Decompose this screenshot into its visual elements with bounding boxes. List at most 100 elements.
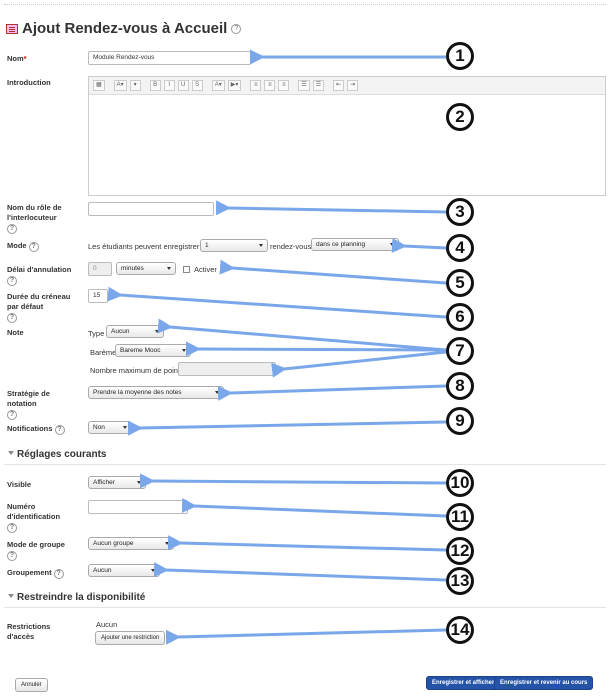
annotation-marker: 14 bbox=[446, 616, 474, 644]
delai-label: Délai d'annulation? bbox=[7, 265, 72, 286]
role-label: Nom du rôle de l'interlocuteur? bbox=[7, 203, 62, 234]
annotation-marker: 8 bbox=[446, 372, 474, 400]
help-icon[interactable]: ? bbox=[7, 410, 17, 420]
note-label: Note bbox=[7, 328, 24, 337]
help-icon[interactable]: ? bbox=[231, 23, 242, 34]
annotation-marker: 1 bbox=[446, 42, 474, 70]
bullet-list-icon[interactable]: ☰ bbox=[298, 80, 310, 91]
outdent-icon[interactable]: ⇤ bbox=[333, 80, 345, 91]
introduction-editor[interactable]: ▦ A▾ ▾ B I U S A▾ ▶▾ ≡ ≡ ≡ ☰ ☰ ⇤ ⇥ bbox=[88, 76, 606, 196]
align-center-icon[interactable]: ≡ bbox=[264, 80, 276, 91]
annotation-arrow bbox=[157, 318, 447, 352]
duree-input[interactable]: 15 bbox=[88, 289, 108, 303]
editor-toolbar: ▦ A▾ ▾ B I U S A▾ ▶▾ ≡ ≡ ≡ ☰ ☰ ⇤ ⇥ bbox=[89, 77, 605, 95]
scheduler-module-icon bbox=[6, 23, 18, 34]
chevron-down-icon bbox=[390, 243, 394, 246]
annotation-marker: 7 bbox=[446, 337, 474, 365]
mode-scope-select[interactable]: dans ce planning bbox=[311, 238, 399, 251]
annotation-arrow bbox=[391, 237, 447, 253]
strikethrough-icon[interactable]: S bbox=[191, 80, 203, 91]
annotation-marker: 11 bbox=[446, 503, 474, 531]
nom-label: Nom* bbox=[7, 54, 27, 63]
annotation-marker: 6 bbox=[446, 303, 474, 331]
annotation-arrow bbox=[127, 420, 447, 436]
help-icon[interactable]: ? bbox=[53, 569, 64, 579]
paragraph-style-icon[interactable]: A▾ bbox=[113, 80, 127, 91]
note-type-select[interactable]: Aucun bbox=[106, 325, 164, 338]
delai-unit-select[interactable]: minutes bbox=[116, 262, 176, 275]
help-icon[interactable]: ? bbox=[7, 276, 17, 286]
chevron-down-icon bbox=[151, 569, 155, 572]
annotation-marker: 13 bbox=[446, 567, 474, 595]
help-icon[interactable]: ? bbox=[54, 425, 65, 435]
underline-icon[interactable]: U bbox=[177, 80, 189, 91]
note-max-input[interactable] bbox=[178, 362, 276, 376]
groupe-label: Mode de groupe? bbox=[7, 540, 65, 561]
nom-input[interactable]: Module Rendez-vous bbox=[88, 51, 251, 65]
section-restreindre-header[interactable]: Restreindre la disponibilité bbox=[8, 592, 145, 603]
annotation-marker: 9 bbox=[446, 407, 474, 435]
strategie-select[interactable]: Prendre la moyenne des notes bbox=[88, 386, 224, 399]
collapse-icon bbox=[8, 451, 14, 455]
collapse-icon bbox=[8, 594, 14, 598]
chevron-down-icon bbox=[215, 391, 219, 394]
align-left-icon[interactable]: ≡ bbox=[250, 80, 262, 91]
font-icon[interactable]: ▾ bbox=[129, 80, 141, 91]
chevron-down-icon bbox=[167, 267, 171, 270]
annotation-arrow bbox=[215, 200, 447, 216]
numero-label: Numéro d'identification? bbox=[7, 502, 61, 533]
groupement-label: Groupement ? bbox=[7, 568, 64, 579]
help-icon[interactable]: ? bbox=[7, 523, 17, 533]
groupe-select[interactable]: Aucun groupe bbox=[88, 537, 174, 550]
note-bareme-select[interactable]: Bareme Mooc bbox=[115, 344, 191, 357]
align-right-icon[interactable]: ≡ bbox=[278, 80, 290, 91]
activer-checkbox[interactable] bbox=[183, 266, 190, 273]
activer-label: Activer bbox=[194, 265, 217, 274]
help-icon[interactable]: ? bbox=[7, 551, 17, 561]
annotation-arrow bbox=[167, 535, 447, 552]
note-max-label: Nombre maximum de points bbox=[90, 366, 184, 375]
chevron-down-icon bbox=[165, 542, 169, 545]
section-reglages-header[interactable]: Réglages courants bbox=[8, 449, 106, 460]
annotation-arrow bbox=[217, 384, 447, 401]
help-icon[interactable]: ? bbox=[7, 313, 17, 323]
add-restriction-button[interactable]: Ajouter une restriction bbox=[95, 631, 166, 645]
restrictions-status: Aucun bbox=[96, 620, 118, 629]
strategie-label: Stratégie de notation? bbox=[7, 389, 50, 420]
note-bareme-label: Barème bbox=[90, 348, 117, 357]
notifications-label: Notifications ? bbox=[7, 424, 65, 435]
chevron-down-icon bbox=[137, 481, 141, 484]
divider bbox=[4, 464, 606, 465]
chevron-down-icon bbox=[259, 244, 263, 247]
visible-select[interactable]: Afficher bbox=[88, 476, 146, 489]
annotation-arrow bbox=[107, 286, 447, 319]
save-and-show-button[interactable]: Enregistrer et afficher bbox=[426, 676, 501, 690]
divider bbox=[4, 607, 606, 608]
save-and-return-button[interactable]: Enregistrer et revenir au cours bbox=[494, 676, 594, 690]
role-input[interactable] bbox=[88, 202, 214, 216]
mode-text-before: Les étudiants peuvent enregistrer bbox=[88, 242, 200, 251]
italic-icon[interactable]: I bbox=[163, 80, 175, 91]
background-color-icon[interactable]: ▶▾ bbox=[227, 80, 242, 91]
editor-collapse-icon[interactable]: ▦ bbox=[93, 80, 105, 91]
annotation-marker: 5 bbox=[446, 269, 474, 297]
text-color-icon[interactable]: A▾ bbox=[211, 80, 225, 91]
bold-icon[interactable]: B bbox=[149, 80, 161, 91]
cancel-button[interactable]: Annuler bbox=[15, 678, 48, 692]
page-header: Ajout Rendez-vous à Accueil ? bbox=[6, 20, 242, 37]
indent-icon[interactable]: ⇥ bbox=[347, 80, 359, 91]
delai-input[interactable]: 0 bbox=[88, 262, 112, 276]
annotation-marker: 2 bbox=[446, 103, 474, 131]
chevron-down-icon bbox=[182, 349, 186, 352]
annotation-arrow bbox=[181, 498, 447, 518]
notifications-select[interactable]: Non bbox=[88, 421, 132, 434]
numbered-list-icon[interactable]: ☰ bbox=[312, 80, 325, 91]
help-icon[interactable]: ? bbox=[7, 224, 17, 234]
mode-count-select[interactable]: 1 bbox=[200, 239, 268, 252]
groupement-select[interactable]: Aucun bbox=[88, 564, 160, 577]
help-icon[interactable]: ? bbox=[28, 242, 39, 252]
chevron-down-icon bbox=[155, 330, 159, 333]
mode-label: Mode ? bbox=[7, 241, 39, 252]
numero-input[interactable] bbox=[88, 500, 188, 514]
chevron-down-icon bbox=[123, 426, 127, 429]
